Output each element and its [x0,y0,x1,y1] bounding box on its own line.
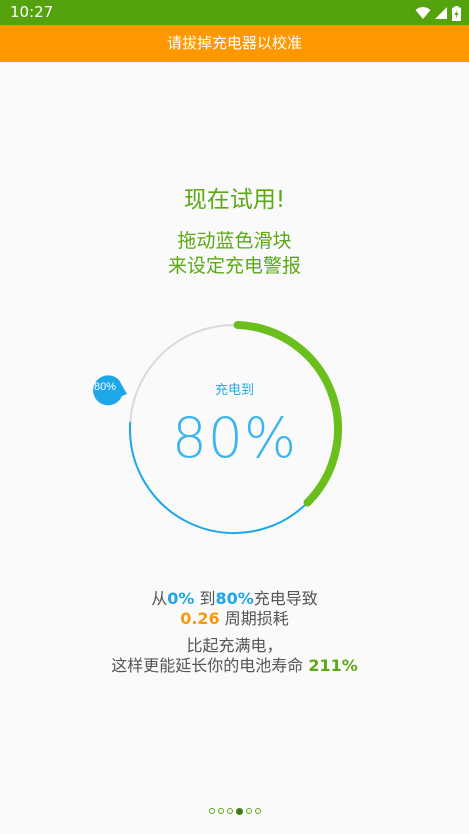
page-dot[interactable] [208,808,215,814]
info-range-line: 从0% 到80%充电导致 [0,589,469,609]
status-bar: 10:27 [0,0,469,25]
calibration-banner-text: 请拔掉充电器以校准 [166,34,302,52]
signal-icon [435,7,447,19]
info-extend-line: 这样更能延长你的电池寿命 211% [0,656,469,676]
page-dot[interactable] [245,808,252,814]
battery-charging-icon [452,5,461,21]
info-from-value: 0% [167,589,195,608]
info-from-prefix: 从 [151,589,168,608]
page-dot[interactable] [254,808,261,814]
dial-value: 80% [171,406,298,470]
dial-caption: 充电到 [214,383,254,398]
intro-line-1: 拖动蓝色滑块 [177,230,292,252]
page-dot[interactable] [226,808,233,814]
info-extend-value: 211% [308,656,358,675]
calibration-banner[interactable]: 请拔掉充电器以校准 [0,25,469,62]
wifi-icon [415,7,431,19]
intro-title: 现在试用! [183,187,286,213]
info-cycles-suffix: 周期损耗 [219,609,289,628]
page-dot[interactable] [217,808,224,814]
status-icons [415,4,461,22]
info-range-suffix: 充电导致 [253,589,318,608]
info-to-prefix: 到 [194,589,216,608]
info-extend-prefix: 这样更能延长你的电池寿命 [111,656,309,675]
page-dot[interactable] [235,808,243,815]
info-compare-line: 比起充满电， [186,636,283,655]
info-cycles-line: 0.26 周期损耗 [0,609,469,629]
info-to-value: 80% [215,589,254,608]
status-time: 10:27 [10,3,54,21]
info-cycles-value: 0.26 [180,609,220,628]
intro-line-2: 来设定充电警报 [167,255,301,277]
page-indicator [0,808,469,815]
